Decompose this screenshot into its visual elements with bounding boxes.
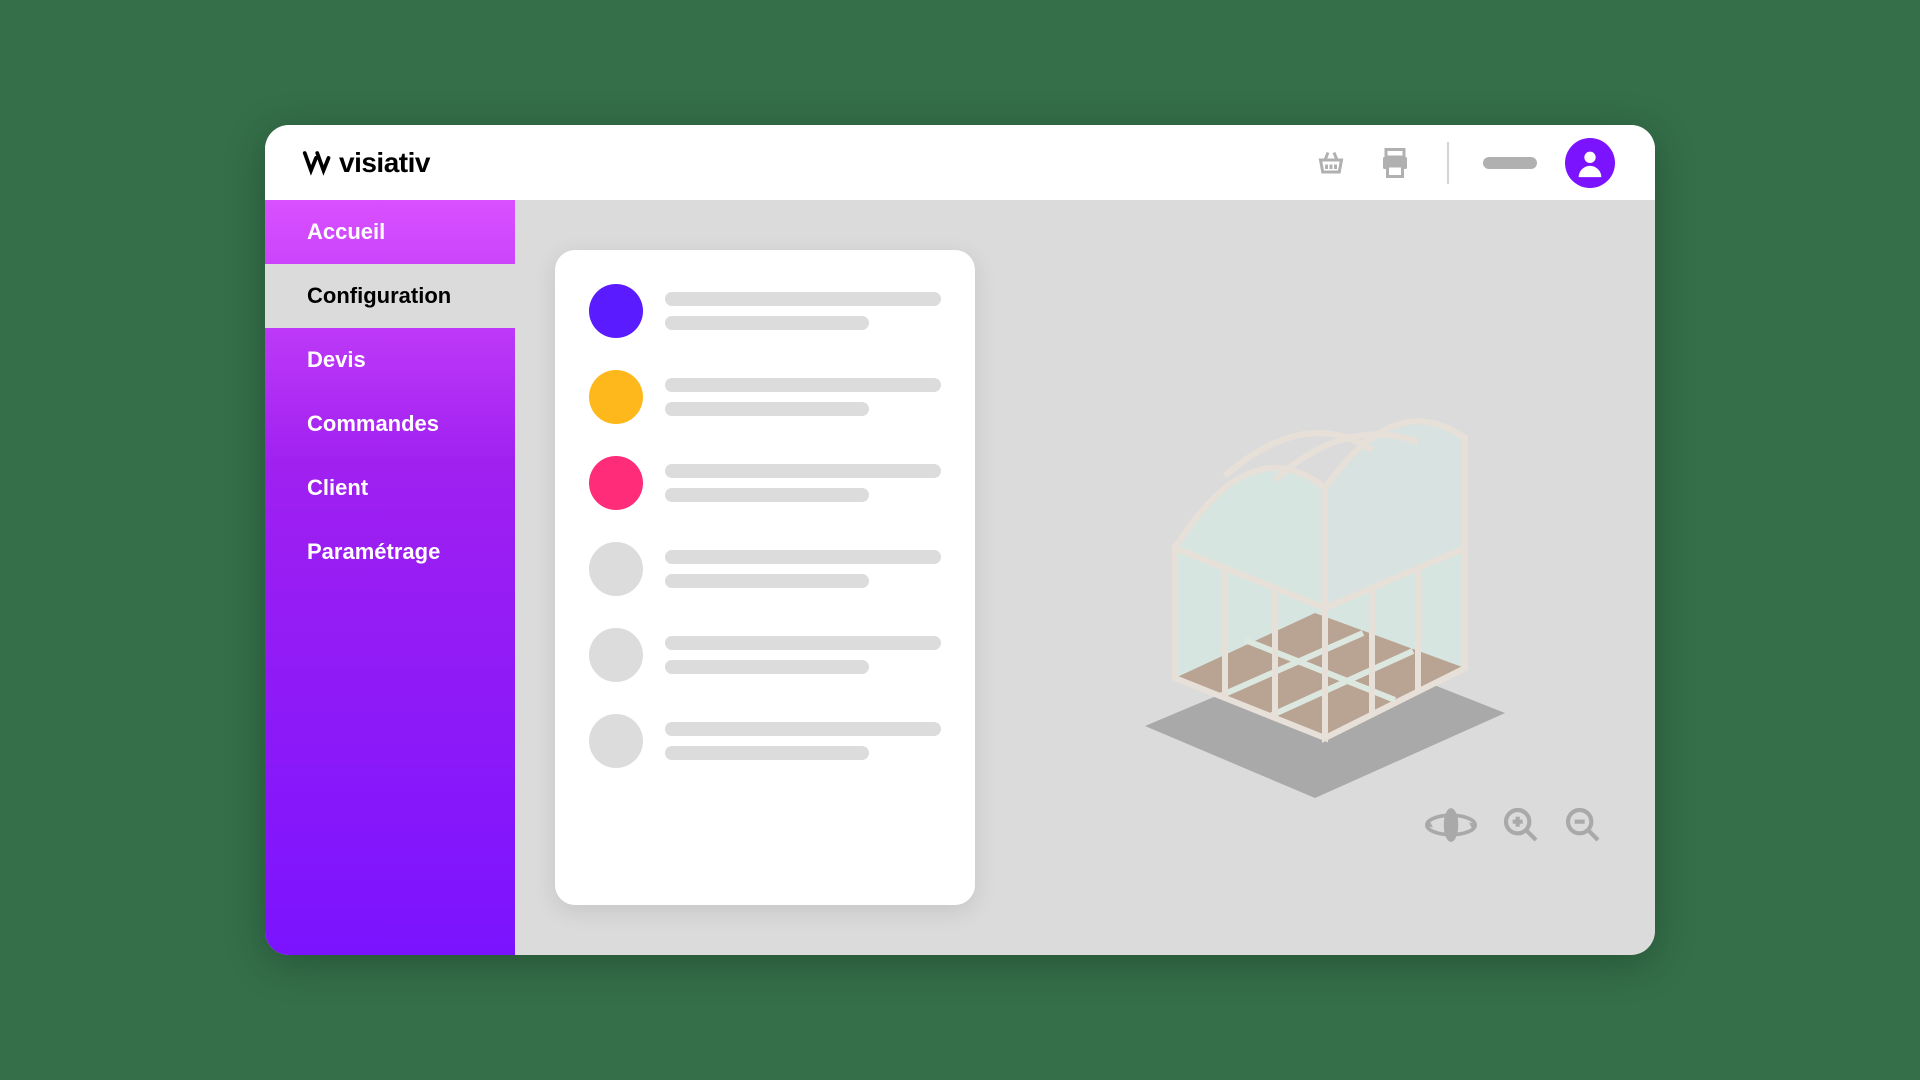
option-text-placeholder	[665, 292, 941, 330]
sidebar-item-commandes[interactable]: Commandes	[265, 392, 515, 456]
app-window: visiativ	[265, 125, 1655, 955]
sidebar-item-client[interactable]: Client	[265, 456, 515, 520]
viewer-controls	[1421, 795, 1605, 855]
configuration-panel	[555, 250, 975, 905]
sidebar: Accueil Configuration Devis Commandes Cl…	[265, 200, 515, 955]
username-placeholder	[1483, 157, 1537, 169]
sidebar-item-parametrage[interactable]: Paramétrage	[265, 520, 515, 584]
rotate-3d-icon[interactable]	[1421, 795, 1481, 855]
option-text-placeholder	[665, 636, 941, 674]
color-swatch[interactable]	[589, 628, 643, 682]
sidebar-item-label: Paramétrage	[307, 539, 440, 565]
color-swatch[interactable]	[589, 456, 643, 510]
sidebar-item-label: Accueil	[307, 219, 385, 245]
config-option[interactable]	[589, 456, 941, 510]
sidebar-item-configuration[interactable]: Configuration	[265, 264, 515, 328]
color-swatch[interactable]	[589, 714, 643, 768]
basket-icon[interactable]	[1313, 145, 1349, 181]
zoom-in-icon[interactable]	[1499, 803, 1543, 847]
option-text-placeholder	[665, 722, 941, 760]
zoom-out-icon[interactable]	[1561, 803, 1605, 847]
app-body: Accueil Configuration Devis Commandes Cl…	[265, 200, 1655, 955]
config-option[interactable]	[589, 628, 941, 682]
option-text-placeholder	[665, 550, 941, 588]
visiativ-mark-icon	[301, 148, 331, 178]
option-text-placeholder	[665, 378, 941, 416]
sidebar-item-label: Devis	[307, 347, 366, 373]
color-swatch[interactable]	[589, 284, 643, 338]
sidebar-item-label: Client	[307, 475, 368, 501]
option-text-placeholder	[665, 464, 941, 502]
sidebar-item-accueil[interactable]: Accueil	[265, 200, 515, 264]
color-swatch[interactable]	[589, 542, 643, 596]
main-area	[515, 200, 1655, 955]
model-preview[interactable]	[1015, 250, 1615, 905]
config-option[interactable]	[589, 284, 941, 338]
greenhouse-3d-icon	[1075, 358, 1555, 798]
sidebar-item-label: Configuration	[307, 283, 451, 309]
config-option[interactable]	[589, 370, 941, 424]
header-divider	[1447, 142, 1449, 184]
printer-icon[interactable]	[1377, 145, 1413, 181]
header-actions	[1313, 138, 1615, 188]
color-swatch[interactable]	[589, 370, 643, 424]
sidebar-item-devis[interactable]: Devis	[265, 328, 515, 392]
sidebar-item-label: Commandes	[307, 411, 439, 437]
config-option[interactable]	[589, 542, 941, 596]
user-avatar[interactable]	[1565, 138, 1615, 188]
config-option[interactable]	[589, 714, 941, 768]
header: visiativ	[265, 125, 1655, 200]
brand-logo[interactable]: visiativ	[301, 147, 430, 179]
brand-name: visiativ	[339, 147, 430, 179]
